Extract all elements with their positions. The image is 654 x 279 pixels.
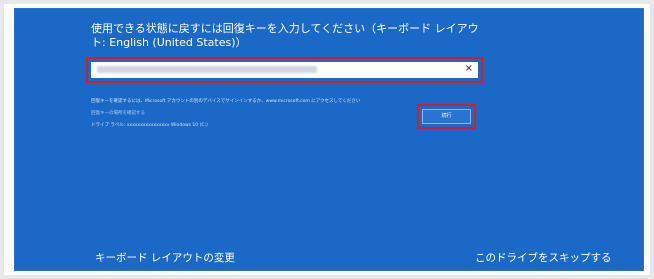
drive-label-line: ドライブ ラベル: xxxxxxxxxxxxxxxx Windows 10 (C… — [91, 123, 208, 128]
recovery-key-input[interactable]: × — [91, 62, 478, 78]
clear-icon[interactable]: × — [465, 62, 473, 76]
help-line-1: 回復キーを確認するには、Microsoft アカウントの別のデバイスでサインイン… — [91, 99, 361, 104]
recovery-key-location-link[interactable]: 回復キーの場所を確認する — [91, 111, 471, 117]
change-keyboard-layout-link[interactable]: キーボード レイアウトの変更 — [95, 251, 235, 265]
next-button[interactable]: 続行 — [422, 109, 471, 124]
screen-frame: 使用できる状態に戻すには回復キーを入力してください（キーボード レイアウト: E… — [4, 4, 650, 275]
next-button-highlight: 続行 — [417, 104, 476, 129]
recovery-key-highlight: × — [86, 57, 483, 83]
obscured-recovery-key — [97, 66, 317, 73]
recovery-prompt-title: 使用できる状態に戻すには回復キーを入力してください（キーボード レイアウト: E… — [91, 22, 479, 49]
skip-drive-link[interactable]: このドライブをスキップする — [475, 251, 612, 265]
recovery-help-text: 回復キーを確認するには、Microsoft アカウントの別のデバイスでサインイン… — [91, 93, 471, 135]
bitlocker-recovery-panel: 使用できる状態に戻すには回復キーを入力してください（キーボード レイアウト: E… — [14, 8, 644, 271]
